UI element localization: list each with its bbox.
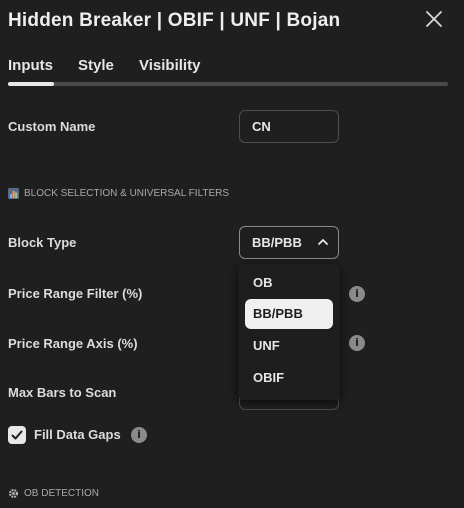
- fill-data-gaps-checkbox[interactable]: [8, 426, 26, 444]
- custom-name-label: Custom Name: [8, 119, 96, 134]
- custom-name-input[interactable]: CN: [239, 110, 339, 143]
- max-bars-label: Max Bars to Scan: [8, 385, 117, 400]
- tab-visibility[interactable]: Visibility: [139, 57, 200, 74]
- fill-data-gaps-label: Fill Data Gaps: [34, 427, 121, 442]
- price-range-filter-label: Price Range Filter (%): [8, 286, 143, 301]
- price-range-axis-label: Price Range Axis (%): [8, 336, 138, 351]
- dropdown-option-obif[interactable]: OBIF: [245, 363, 333, 393]
- tab-inputs[interactable]: Inputs: [8, 57, 53, 74]
- chevron-up-icon: [318, 239, 328, 245]
- gear-icon: [8, 488, 19, 499]
- block-type-select[interactable]: BB/PBB: [239, 226, 339, 259]
- tab-style[interactable]: Style: [78, 57, 114, 74]
- active-tab-indicator: [8, 82, 54, 86]
- close-icon[interactable]: [422, 7, 446, 31]
- tab-track: [8, 82, 448, 86]
- dropdown-option-ob[interactable]: OB: [245, 268, 333, 298]
- block-type-dropdown: OB BB/PBB UNF OBIF: [238, 264, 340, 400]
- dropdown-option-unf[interactable]: UNF: [245, 331, 333, 361]
- info-icon[interactable]: i: [349, 335, 365, 351]
- checkmark-icon: [11, 430, 23, 440]
- section-title: BLOCK SELECTION & UNIVERSAL FILTERS: [24, 188, 230, 199]
- dialog-title: Hidden Breaker | OBIF | UNF | Bojan: [8, 10, 341, 31]
- dropdown-option-bb-pbb[interactable]: BB/PBB: [245, 299, 333, 329]
- section-title: OB DETECTION: [24, 488, 100, 499]
- info-icon[interactable]: i: [349, 286, 365, 302]
- block-type-value: BB/PBB: [252, 235, 302, 250]
- chart-bar-icon: [8, 188, 19, 199]
- indicator-settings-dialog: Hidden Breaker | OBIF | UNF | Bojan Inpu…: [0, 0, 464, 508]
- close-button[interactable]: [422, 7, 446, 31]
- block-type-label: Block Type: [8, 235, 77, 250]
- section-header-block-selection: BLOCK SELECTION & UNIVERSAL FILTERS: [8, 188, 229, 199]
- info-icon[interactable]: i: [131, 427, 147, 443]
- section-header-ob-detection: OB DETECTION: [8, 488, 99, 499]
